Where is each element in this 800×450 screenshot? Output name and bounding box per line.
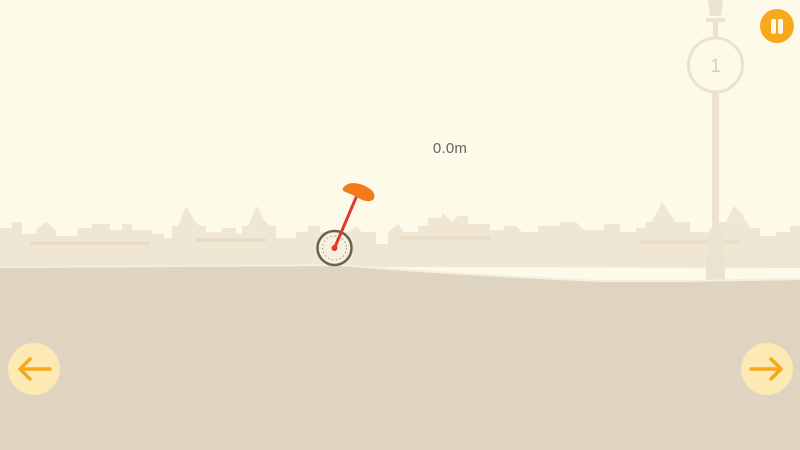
pause-icon	[771, 19, 776, 34]
arrow-left-icon	[18, 357, 52, 381]
ground	[0, 266, 800, 450]
city-skyline	[0, 202, 800, 268]
game-stage: 1 0.0m	[0, 0, 800, 450]
move-left-button[interactable]	[8, 343, 60, 395]
arrow-right-icon	[749, 357, 783, 381]
move-right-button[interactable]	[741, 343, 793, 395]
distance-readout: 0.0m	[432, 140, 468, 157]
pause-button[interactable]	[760, 9, 794, 43]
level-number: 1	[710, 56, 721, 77]
unicycle-seat	[342, 183, 375, 202]
game-scene: 1	[0, 0, 800, 450]
